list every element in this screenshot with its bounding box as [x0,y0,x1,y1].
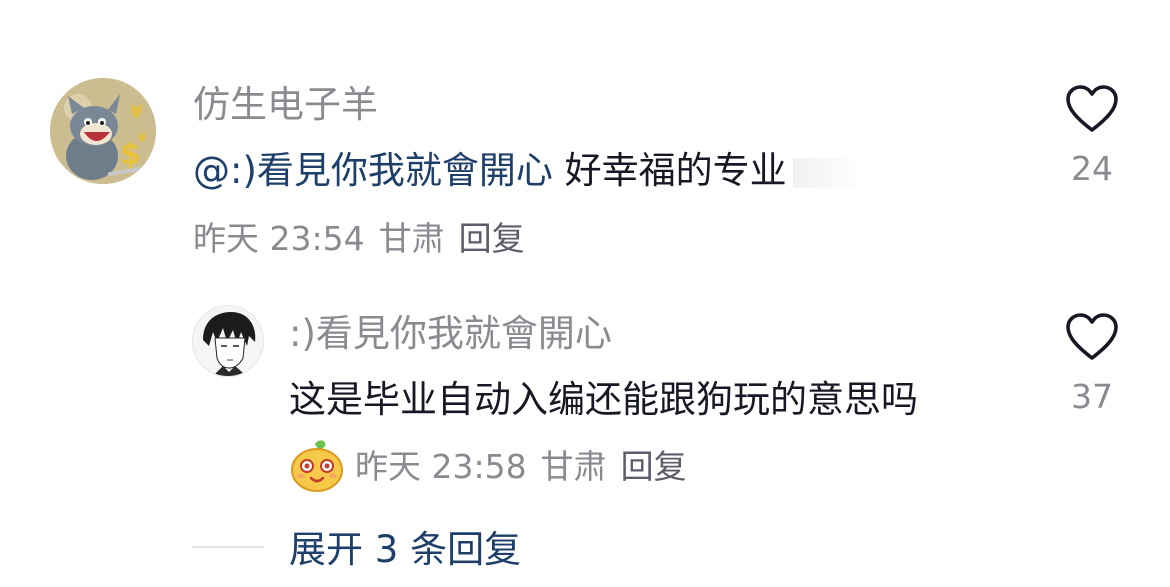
reply-meta: 昨天 23:58 甘肃 回复 [355,450,687,483]
comment-text: 好幸福的专业 [552,149,787,192]
expand-divider [192,546,264,548]
svg-text:¥: ¥ [130,102,143,123]
commenter-avatar[interactable]: $ ¥ ¥ [50,78,156,184]
comment-location: 甘肃 [378,219,445,258]
mention-link[interactable]: @:)看見你我就會開心 [193,149,553,192]
text-fade [792,157,863,188]
mascot-badge-icon [291,440,343,492]
anime-boy-avatar-icon [193,306,263,376]
svg-text:¥: ¥ [138,131,147,145]
reply-like[interactable]: 37 [1052,312,1132,413]
reply-reply-button[interactable]: 回复 [621,447,687,486]
reply-text: 这是毕业自动入编还能跟狗玩的意思吗 [289,378,918,421]
reply-button[interactable]: 回复 [459,219,525,258]
comment-body: @:)看見你我就會開心 好幸福的专业 [193,152,863,189]
comment-time: 昨天 23:54 [193,219,365,258]
reply-badge [289,438,345,498]
replier-username[interactable]: :)看見你我就會開心 [289,315,612,352]
heart-icon[interactable] [1065,312,1119,362]
commenter-username[interactable]: 仿生电子羊 [193,86,378,123]
replier-avatar[interactable] [192,305,264,377]
expand-replies-button[interactable]: 展开 3 条回复 [289,531,521,568]
comment-meta: 昨天 23:54 甘肃 回复 [193,222,525,255]
like-count: 24 [1071,149,1113,188]
reply-like-count: 37 [1071,377,1113,416]
heart-icon[interactable] [1065,84,1119,134]
cartoon-cat-avatar-icon: $ ¥ ¥ [50,78,156,184]
reply-location: 甘肃 [540,447,607,486]
reply-time: 昨天 23:58 [355,447,527,486]
comment-like[interactable]: 24 [1052,84,1132,185]
